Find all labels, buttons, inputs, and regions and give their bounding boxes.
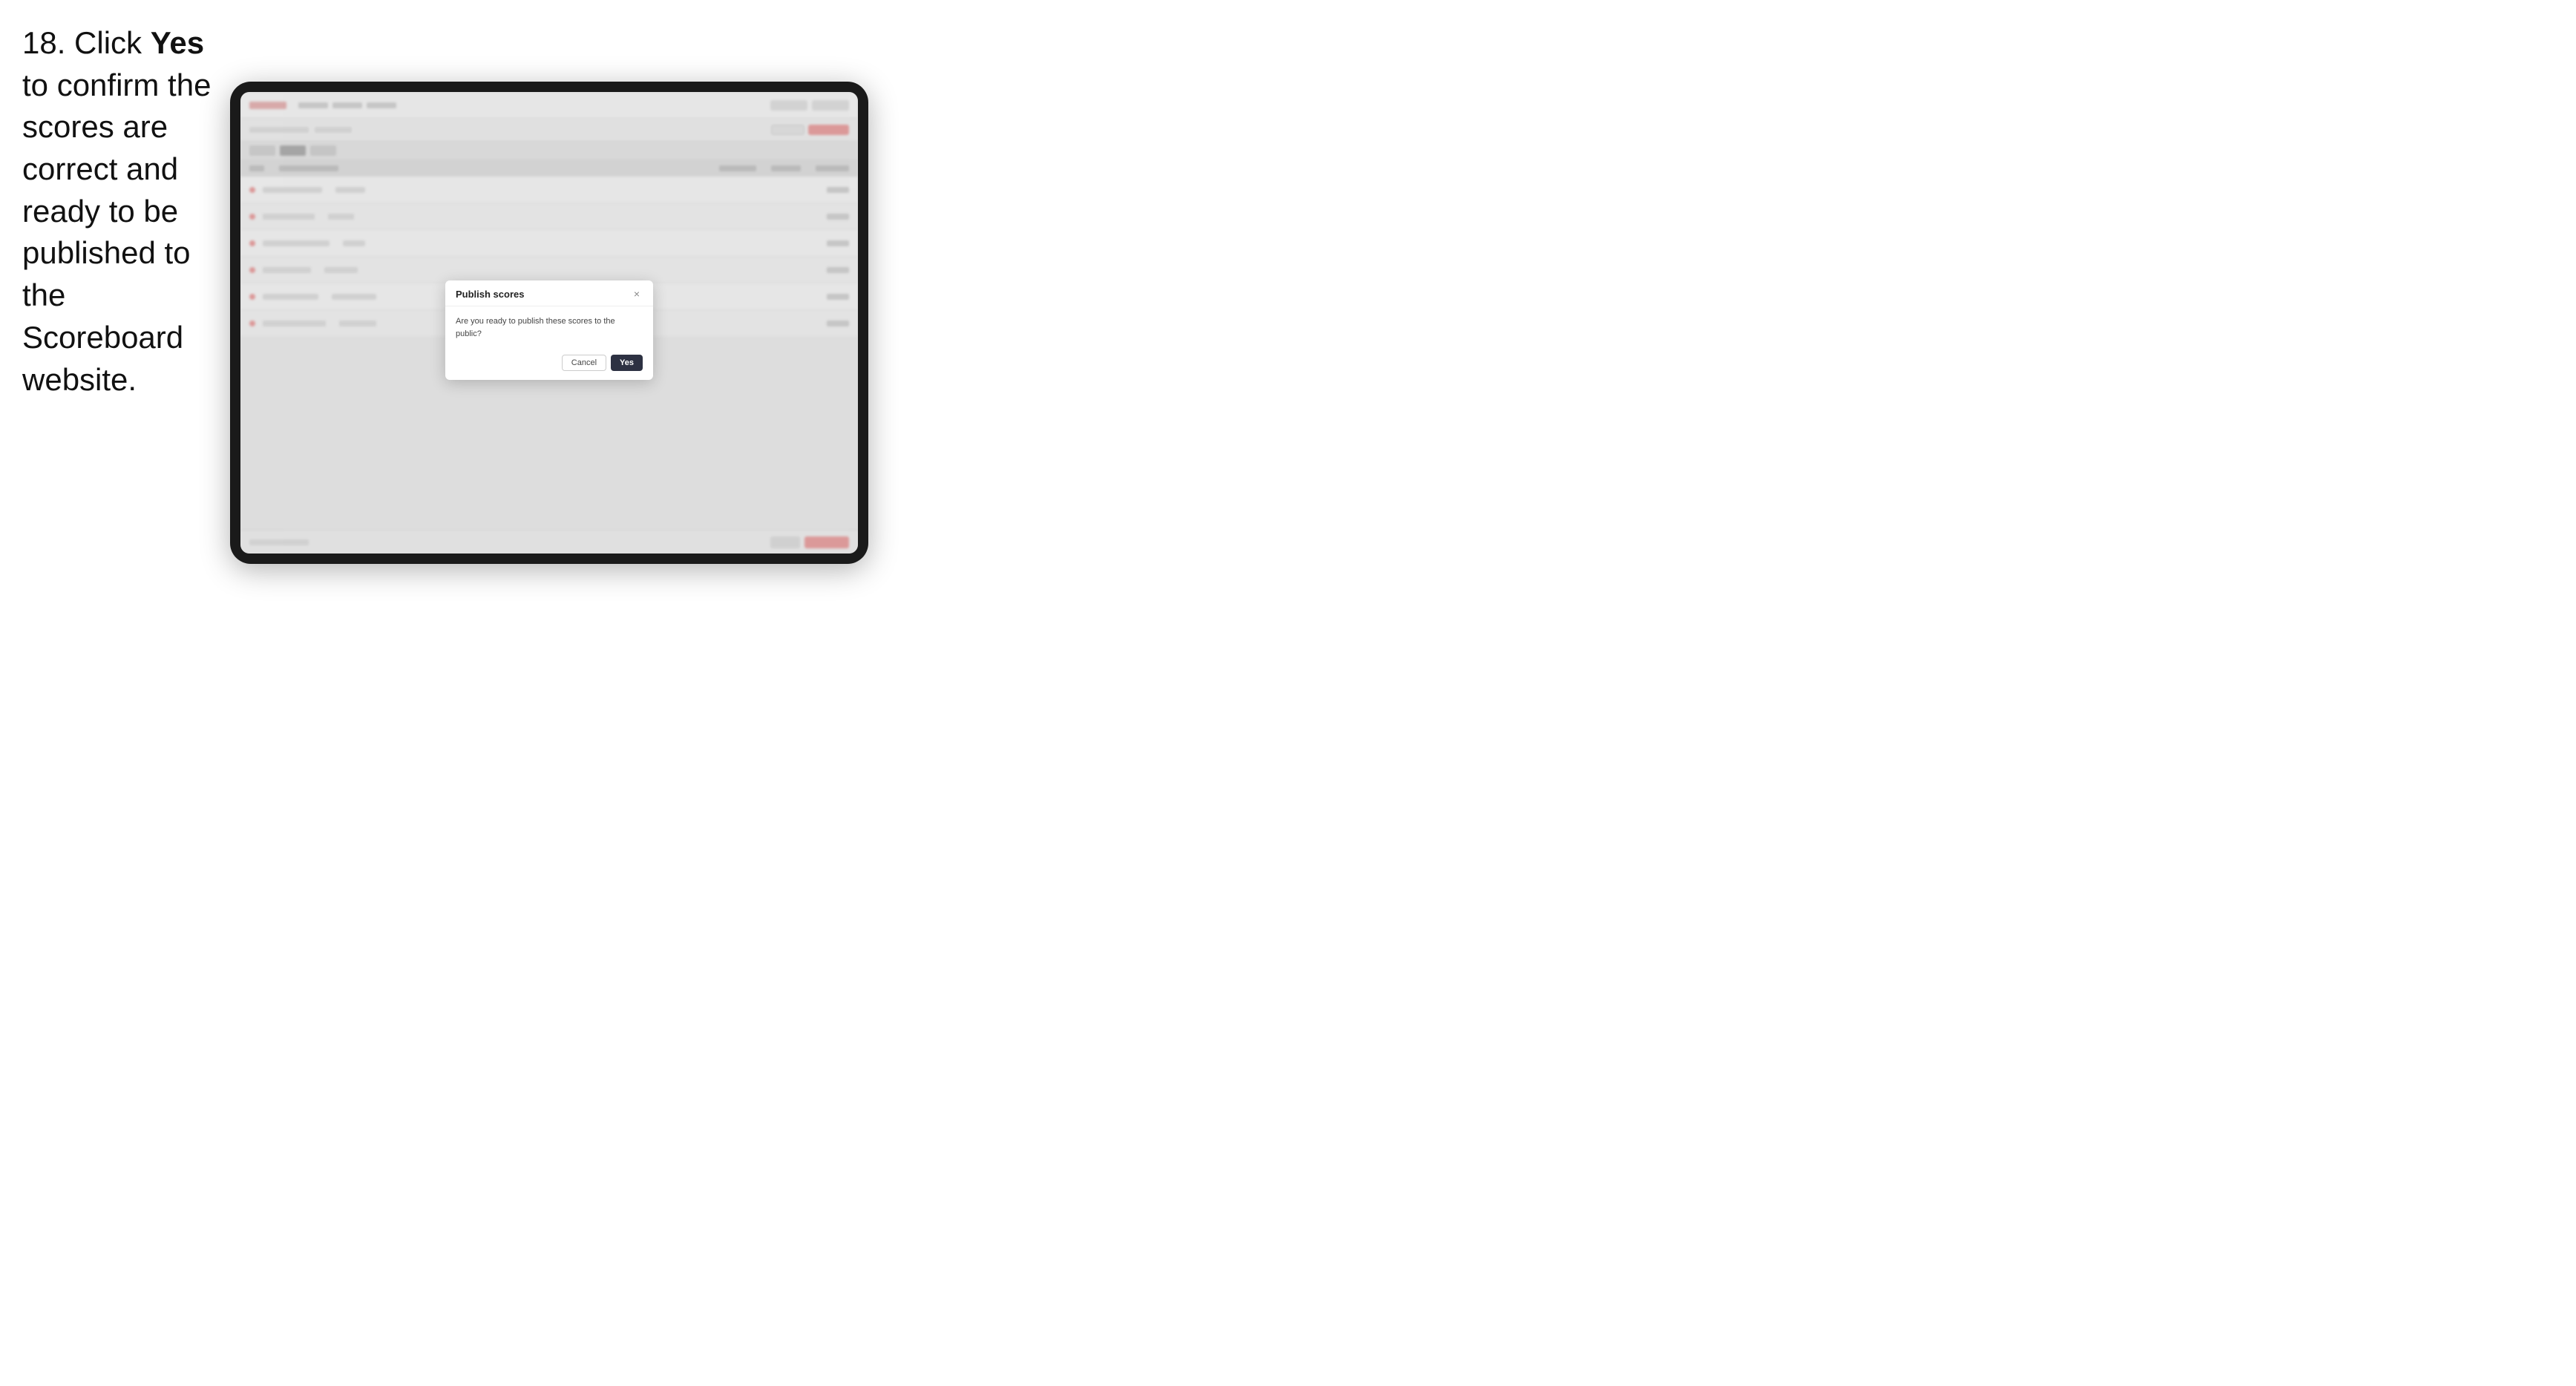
modal-body: Are you ready to publish these scores to… (445, 306, 653, 349)
step-number: 18. (22, 25, 65, 60)
modal-header: Publish scores × (445, 280, 653, 306)
instruction-bold: Yes (151, 25, 204, 60)
tablet-screen: Publish scores × Are you ready to publis… (240, 92, 858, 554)
tablet-device: Publish scores × Are you ready to publis… (230, 82, 868, 564)
modal-title: Publish scores (456, 289, 524, 300)
instruction-text: 18. Click Yes to confirm the scores are … (22, 22, 230, 401)
yes-button[interactable]: Yes (611, 355, 643, 371)
modal-message: Are you ready to publish these scores to… (456, 315, 643, 340)
instruction-before-bold: Click (65, 25, 150, 60)
cancel-button[interactable]: Cancel (562, 355, 606, 371)
publish-scores-modal: Publish scores × Are you ready to publis… (445, 280, 653, 380)
modal-overlay: Publish scores × Are you ready to publis… (240, 92, 858, 554)
modal-footer: Cancel Yes (445, 349, 653, 380)
instruction-after-bold: to confirm the scores are correct and re… (22, 68, 211, 397)
modal-close-button[interactable]: × (631, 288, 643, 300)
